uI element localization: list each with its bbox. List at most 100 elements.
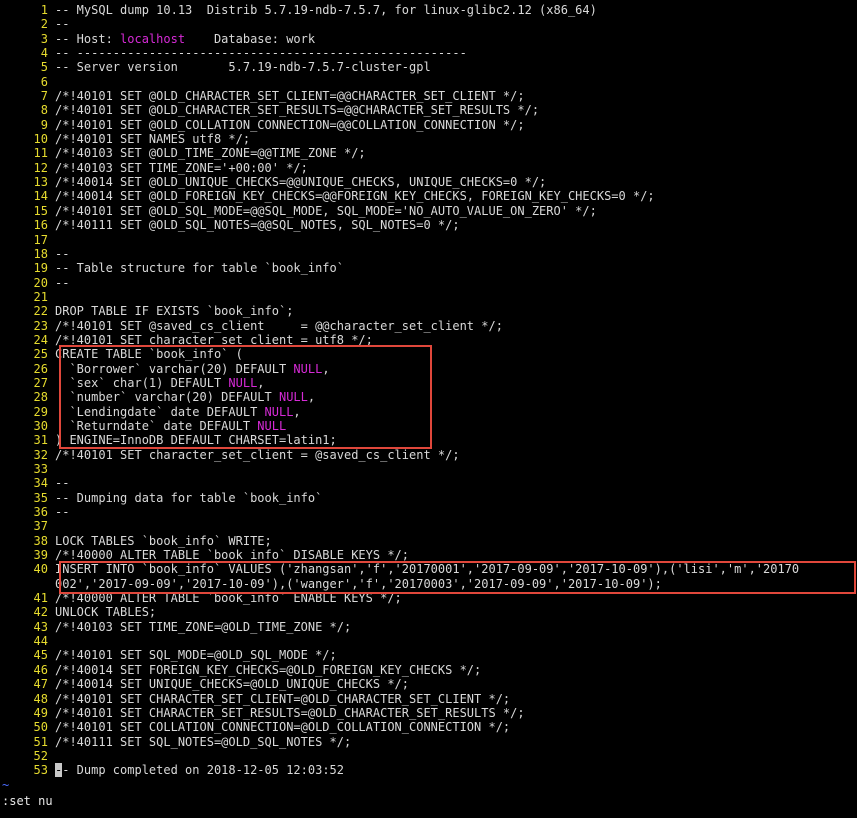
code-line[interactable]: 53 -- Dump completed on 2018-12-05 12:03:… <box>0 763 857 778</box>
line-text: `number` varchar(20) DEFAULT NULL, <box>55 390 316 405</box>
line-number: 20 <box>33 275 48 290</box>
code-line[interactable]: 49 /*!40101 SET CHARACTER_SET_RESULTS=@OL… <box>0 706 857 720</box>
syntax-keyword: localhost <box>120 31 186 46</box>
line-number: 37 <box>33 519 48 534</box>
line-number: 12 <box>33 160 48 175</box>
code-line[interactable]: 29 `Lendingdate` date DEFAULT NULL, <box>0 405 857 419</box>
vim-editor-buffer[interactable]: 1 -- MySQL dump 10.13 Distrib 5.7.19-ndb-… <box>0 3 857 778</box>
syntax-keyword: NULL <box>293 361 323 376</box>
code-line[interactable]: 2 -- <box>0 17 857 31</box>
code-line[interactable]: 39 /*!40000 ALTER TABLE `book_info` DISAB… <box>0 548 857 562</box>
code-line[interactable]: 38 LOCK TABLES `book_info` WRITE; <box>0 534 857 548</box>
code-line[interactable]: 33 <box>0 462 857 476</box>
code-line[interactable]: 45 /*!40101 SET SQL_MODE=@OLD_SQL_MODE */… <box>0 648 857 662</box>
code-line[interactable]: 5 -- Server version 5.7.19-ndb-7.5.7-clus… <box>0 60 857 74</box>
code-line[interactable]: 14 /*!40014 SET @OLD_FOREIGN_KEY_CHECKS=@… <box>0 189 857 203</box>
line-number: 4 <box>40 46 48 61</box>
code-line[interactable]: 10 /*!40101 SET NAMES utf8 */; <box>0 132 857 146</box>
code-line[interactable]: 20 -- <box>0 276 857 290</box>
code-line[interactable]: 46 /*!40014 SET FOREIGN_KEY_CHECKS=@OLD_F… <box>0 663 857 677</box>
code-line[interactable]: 22 DROP TABLE IF EXISTS `book_info`; <box>0 304 857 318</box>
line-number: 29 <box>33 404 48 419</box>
syntax-keyword: NULL <box>264 404 294 419</box>
syntax-keyword: NULL <box>257 418 287 433</box>
vim-command-line[interactable]: :set nu <box>2 794 53 808</box>
line-number: 1 <box>40 3 48 17</box>
code-line[interactable]: 37 <box>0 519 857 533</box>
code-line[interactable]: 002','2017-09-09','2017-10-09'),('wanger… <box>0 577 857 591</box>
line-text: `sex` char(1) DEFAULT NULL, <box>55 375 265 390</box>
code-line[interactable]: 9 /*!40101 SET @OLD_COLLATION_CONNECTION=… <box>0 118 857 132</box>
line-number: 22 <box>33 304 48 319</box>
line-number: 23 <box>33 318 48 333</box>
code-line[interactable]: 35 -- Dumping data for table `book_info` <box>0 491 857 505</box>
code-line[interactable]: 15 /*!40101 SET @OLD_SQL_MODE=@@SQL_MODE,… <box>0 204 857 218</box>
line-number: 41 <box>33 591 48 606</box>
line-number: 16 <box>33 218 48 233</box>
line-number: 10 <box>33 132 48 147</box>
line-text: INSERT INTO `book_info` VALUES ('zhangsa… <box>55 562 800 577</box>
code-line[interactable]: 13 /*!40014 SET @OLD_UNIQUE_CHECKS=@@UNIQ… <box>0 175 857 189</box>
code-line[interactable]: 16 /*!40111 SET @OLD_SQL_NOTES=@@SQL_NOTE… <box>0 218 857 232</box>
code-line[interactable]: 51 /*!40111 SET SQL_NOTES=@OLD_SQL_NOTES … <box>0 735 857 749</box>
line-text: /*!40101 SET CHARACTER_SET_CLIENT=@OLD_C… <box>55 691 511 706</box>
line-number: 25 <box>33 347 48 362</box>
code-line[interactable]: 26 `Borrower` varchar(20) DEFAULT NULL, <box>0 362 857 376</box>
line-number: 17 <box>33 232 48 247</box>
code-line[interactable]: 3 -- Host: localhost Database: work <box>0 32 857 46</box>
code-line[interactable]: 44 <box>0 634 857 648</box>
line-text: /*!40014 SET UNIQUE_CHECKS=@OLD_UNIQUE_C… <box>55 677 410 692</box>
code-line[interactable]: 50 /*!40101 SET COLLATION_CONNECTION=@OLD… <box>0 720 857 734</box>
line-text: /*!40000 ALTER TABLE `book_info` ENABLE … <box>55 591 402 606</box>
code-line[interactable]: 28 `number` varchar(20) DEFAULT NULL, <box>0 390 857 404</box>
code-line[interactable]: 24 /*!40101 SET character_set_client = ut… <box>0 333 857 347</box>
line-text: UNLOCK TABLES; <box>55 605 157 620</box>
code-line[interactable]: 17 <box>0 233 857 247</box>
line-number: 45 <box>33 648 48 663</box>
line-text: DROP TABLE IF EXISTS `book_info`; <box>55 304 294 319</box>
line-number: 13 <box>33 175 48 190</box>
code-line[interactable]: 34 -- <box>0 476 857 490</box>
line-number: 5 <box>40 60 48 75</box>
code-line[interactable]: 32 /*!40101 SET character_set_client = @s… <box>0 448 857 462</box>
line-number: 28 <box>33 390 48 405</box>
code-line[interactable]: 31) ENGINE=InnoDB DEFAULT CHARSET=latin1… <box>0 433 857 447</box>
line-text: LOCK TABLES `book_info` WRITE; <box>55 533 272 548</box>
code-line[interactable]: 52 <box>0 749 857 763</box>
code-line[interactable]: 30 `Returndate` date DEFAULT NULL <box>0 419 857 433</box>
code-line[interactable]: 19 -- Table structure for table `book_inf… <box>0 261 857 275</box>
line-text: /*!40014 SET FOREIGN_KEY_CHECKS=@OLD_FOR… <box>55 662 482 677</box>
code-line[interactable]: 21 <box>0 290 857 304</box>
code-line[interactable]: 43 /*!40103 SET TIME_ZONE=@OLD_TIME_ZONE … <box>0 620 857 634</box>
code-line[interactable]: 8 /*!40101 SET @OLD_CHARACTER_SET_RESULTS… <box>0 103 857 117</box>
code-line[interactable]: 47 /*!40014 SET UNIQUE_CHECKS=@OLD_UNIQUE… <box>0 677 857 691</box>
code-line[interactable]: 48 /*!40101 SET CHARACTER_SET_CLIENT=@OLD… <box>0 692 857 706</box>
line-number: 47 <box>33 677 48 692</box>
line-number: 40 <box>33 562 48 577</box>
code-line[interactable]: 36 -- <box>0 505 857 519</box>
code-line[interactable]: 4 -- ------------------------------------… <box>0 46 857 60</box>
line-text: -- -------------------------------------… <box>55 46 467 61</box>
line-text: CREATE TABLE `book_info` ( <box>55 347 243 362</box>
code-line[interactable]: 23 /*!40101 SET @saved_cs_client = @@char… <box>0 319 857 333</box>
code-line[interactable]: 40 INSERT INTO `book_info` VALUES ('zhang… <box>0 562 857 576</box>
code-line[interactable]: 41 /*!40000 ALTER TABLE `book_info` ENABL… <box>0 591 857 605</box>
line-number: 46 <box>33 662 48 677</box>
line-text: -- <box>55 17 70 32</box>
code-line[interactable]: 7 /*!40101 SET @OLD_CHARACTER_SET_CLIENT=… <box>0 89 857 103</box>
code-line[interactable]: 12 /*!40103 SET TIME_ZONE='+00:00' */; <box>0 161 857 175</box>
code-line[interactable]: 27 `sex` char(1) DEFAULT NULL, <box>0 376 857 390</box>
line-text: /*!40101 SET COLLATION_CONNECTION=@OLD_C… <box>55 720 511 735</box>
code-line[interactable]: 6 <box>0 75 857 89</box>
line-text: -- Dump completed on 2018-12-05 12:03:52 <box>55 763 344 778</box>
line-number: 6 <box>40 74 48 89</box>
code-line[interactable]: 25 CREATE TABLE `book_info` ( <box>0 347 857 361</box>
code-line[interactable]: 1 -- MySQL dump 10.13 Distrib 5.7.19-ndb-… <box>0 3 857 17</box>
line-text: -- Dumping data for table `book_info` <box>55 490 323 505</box>
line-text: `Returndate` date DEFAULT NULL <box>55 418 287 433</box>
code-line[interactable]: 11 /*!40103 SET @OLD_TIME_ZONE=@@TIME_ZON… <box>0 146 857 160</box>
code-line[interactable]: 18 -- <box>0 247 857 261</box>
code-line[interactable]: 42 UNLOCK TABLES; <box>0 605 857 619</box>
line-text: -- <box>55 246 70 261</box>
line-number: 30 <box>33 418 48 433</box>
